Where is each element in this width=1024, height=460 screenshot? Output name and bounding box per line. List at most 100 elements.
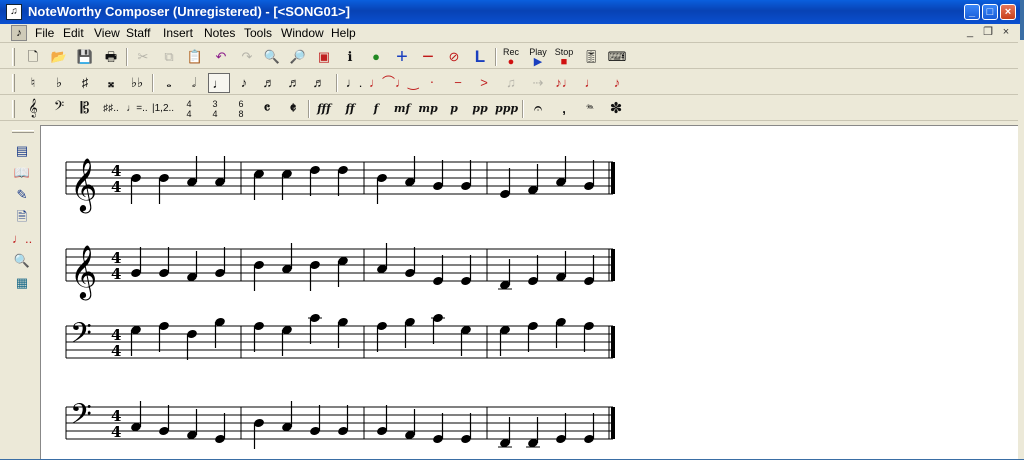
key-signature-icon[interactable]: ♯♯.. bbox=[100, 99, 122, 119]
alto-clef-icon[interactable]: 𝄡 bbox=[74, 99, 96, 119]
minus-icon[interactable]: − bbox=[417, 47, 439, 67]
dynamic-mp-button[interactable]: mp bbox=[417, 99, 439, 119]
common-time-icon[interactable]: 𝄴 bbox=[256, 99, 278, 119]
double-flat-icon[interactable]: ♭♭ bbox=[126, 73, 148, 93]
undo-icon[interactable]: ↶ bbox=[210, 47, 232, 67]
paste-icon[interactable]: 📋 bbox=[184, 47, 206, 67]
dynamic-mf-button[interactable]: mf bbox=[391, 99, 413, 119]
menu-window[interactable]: Window bbox=[281, 26, 324, 40]
note-spacing-icon[interactable]: ♩.. bbox=[12, 230, 32, 248]
keyboard-icon[interactable]: ⌨ bbox=[606, 47, 628, 67]
time-4-4-button[interactable]: 44 bbox=[178, 99, 200, 119]
cut-icon[interactable]: ✂ bbox=[132, 47, 154, 67]
stop-sign-icon[interactable]: ⊘ bbox=[443, 47, 465, 67]
info-icon[interactable]: ℹ bbox=[339, 47, 361, 67]
plus-icon[interactable]: + bbox=[391, 47, 413, 67]
menu-staff[interactable]: Staff bbox=[126, 26, 150, 40]
play-button[interactable]: Play ▶ bbox=[527, 47, 549, 68]
staccato-icon[interactable]: ⋅ bbox=[421, 73, 443, 93]
dynamic-fff-button[interactable]: fff bbox=[313, 99, 335, 119]
triplet-icon[interactable]: ⇢ bbox=[527, 73, 549, 93]
dynamic-f-button[interactable]: f bbox=[365, 99, 387, 119]
stem-icon[interactable]: ♪ bbox=[606, 73, 628, 93]
score-area[interactable]: 𝄞 4 4 𝄞 4 4 𝄢 4 4 𝄢 4 4 bbox=[40, 125, 1018, 459]
title-bar[interactable]: ♫ NoteWorthy Composer (Unregistered) - [… bbox=[0, 0, 1020, 24]
open-icon[interactable]: 📂 bbox=[48, 47, 70, 67]
sixty-fourth-note-icon[interactable]: ♬ bbox=[308, 73, 330, 93]
grace-icon[interactable]: ♫ bbox=[500, 73, 522, 93]
record-button[interactable]: Rec ● bbox=[500, 47, 522, 68]
sharp-icon[interactable]: ♯ bbox=[74, 73, 96, 93]
redo-icon[interactable]: ↷ bbox=[236, 47, 258, 67]
menu-help[interactable]: Help bbox=[331, 26, 356, 40]
sixteenth-note-icon[interactable]: ♬ bbox=[258, 73, 280, 93]
zoom-in-icon[interactable]: 🔍 bbox=[261, 47, 283, 67]
book-icon[interactable]: 📖 bbox=[12, 164, 32, 182]
thirty-second-note-icon[interactable]: ♬ bbox=[283, 73, 305, 93]
accent-icon[interactable]: > bbox=[473, 73, 495, 93]
layers-icon[interactable]: ▣ bbox=[313, 47, 335, 67]
natural-icon[interactable]: ♮ bbox=[22, 73, 44, 93]
document-icon[interactable]: ♪ bbox=[11, 25, 27, 41]
panel-grip[interactable] bbox=[12, 130, 34, 133]
toolbar-grip[interactable] bbox=[12, 74, 15, 92]
time-6-8-button[interactable]: 68 bbox=[230, 99, 252, 119]
menu-tools[interactable]: Tools bbox=[244, 26, 272, 40]
metronome-icon[interactable]: 🎚 bbox=[580, 47, 602, 67]
pedal-release-icon[interactable]: ✽ bbox=[605, 99, 627, 119]
menu-notes[interactable]: Notes bbox=[204, 26, 235, 40]
whole-note-icon[interactable]: 𝅝 bbox=[158, 73, 180, 93]
toolbar-grip[interactable] bbox=[12, 48, 15, 66]
grid-icon[interactable]: ▦ bbox=[12, 274, 32, 292]
cut-time-icon[interactable]: 𝄵 bbox=[282, 99, 304, 119]
time-3-4-button[interactable]: 34 bbox=[204, 99, 226, 119]
save-icon[interactable]: 💾 bbox=[74, 47, 96, 67]
app-icon[interactable]: ♫ bbox=[6, 4, 22, 20]
mdi-restore-button[interactable]: ❐ bbox=[981, 25, 995, 39]
tie-icon[interactable]: ♩⌒ bbox=[369, 73, 395, 93]
quarter-note-icon[interactable]: ♩ bbox=[208, 73, 230, 93]
tenuto-icon[interactable]: − bbox=[447, 73, 469, 93]
maximize-button[interactable]: □ bbox=[982, 4, 998, 20]
page-view-icon[interactable]: 🗎 bbox=[12, 208, 32, 226]
eighth-note-icon[interactable]: ♪ bbox=[233, 73, 255, 93]
half-note-icon[interactable]: 𝅗𝅥 bbox=[183, 73, 205, 93]
fermata-icon[interactable]: 𝄐 bbox=[527, 99, 549, 119]
zoom-out-icon[interactable]: 🔎 bbox=[287, 47, 309, 67]
globe-icon[interactable]: ● bbox=[365, 47, 387, 67]
ending-icon[interactable]: |1,2.. bbox=[152, 99, 174, 119]
copy-icon[interactable]: ⧉ bbox=[158, 47, 180, 67]
mdi-close-button[interactable]: × bbox=[999, 25, 1013, 39]
score-canvas[interactable]: 𝄞 44𝄞 44𝄢 44𝄢 44 bbox=[41, 126, 1018, 460]
mdi-minimize-button[interactable]: _ bbox=[963, 25, 977, 39]
bass-clef-icon[interactable]: 𝄢 bbox=[48, 99, 70, 119]
breath-mark-icon[interactable]: , bbox=[553, 99, 575, 119]
beam-icon[interactable]: ♩ bbox=[580, 73, 602, 93]
lyrics-icon[interactable]: ✎ bbox=[12, 186, 32, 204]
print-icon[interactable]: 🖶 bbox=[100, 47, 122, 67]
menu-edit[interactable]: Edit bbox=[63, 26, 84, 40]
treble-clef-icon[interactable]: 𝄞 bbox=[22, 99, 44, 119]
minimize-button[interactable]: _ bbox=[964, 4, 980, 20]
flat-icon[interactable]: ♭ bbox=[48, 73, 70, 93]
dynamic-ff-button[interactable]: ff bbox=[339, 99, 361, 119]
tempo-icon[interactable]: ♩=.. bbox=[126, 99, 148, 119]
menu-view[interactable]: View bbox=[94, 26, 120, 40]
chord-icon[interactable]: ♪♩ bbox=[554, 73, 576, 93]
close-button[interactable]: × bbox=[1000, 4, 1016, 20]
menu-file[interactable]: File bbox=[35, 26, 54, 40]
slur-icon[interactable]: ♩‿ bbox=[395, 73, 418, 93]
dynamic-pp-button[interactable]: pp bbox=[469, 99, 491, 119]
stop-button[interactable]: Stop ■ bbox=[553, 47, 575, 68]
toolbar-grip[interactable] bbox=[12, 100, 15, 118]
layout-icon[interactable]: L bbox=[469, 47, 491, 67]
dynamic-p-button[interactable]: p bbox=[443, 99, 465, 119]
double-sharp-icon[interactable]: 𝄪 bbox=[100, 73, 122, 93]
menu-insert[interactable]: Insert bbox=[163, 26, 193, 40]
magnifier-icon[interactable]: 🔍 bbox=[12, 252, 32, 270]
pedal-icon[interactable]: 𝆮 bbox=[579, 99, 601, 119]
dynamic-ppp-button[interactable]: ppp bbox=[495, 99, 518, 119]
dotted-icon[interactable]: ♩. bbox=[343, 73, 365, 93]
staff-list-icon[interactable]: ▤ bbox=[12, 142, 32, 160]
new-icon[interactable]: 🗋 bbox=[22, 47, 44, 67]
